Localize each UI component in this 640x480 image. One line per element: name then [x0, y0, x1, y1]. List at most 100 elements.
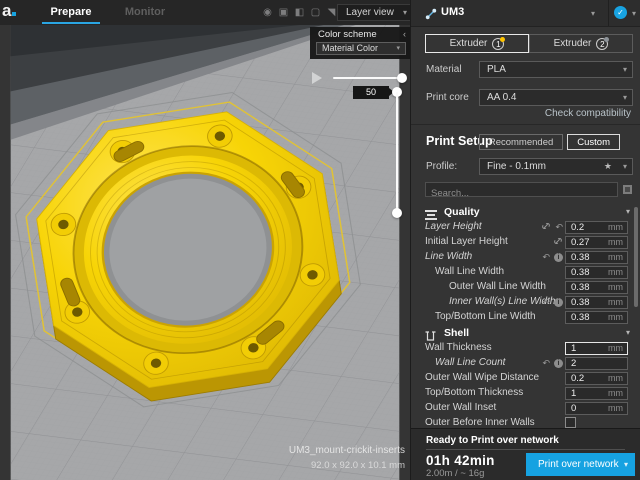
setting-value-box[interactable]: 0mm [565, 402, 628, 415]
setting-label: Top/Bottom Thickness [425, 387, 523, 398]
row-icons [527, 221, 563, 233]
check-compatibility-link[interactable]: Check compatibility [545, 108, 631, 119]
settings-scrollbar[interactable] [634, 207, 638, 307]
tab-prepare-label: Prepare [51, 6, 92, 18]
setting-row-inner-walls-line-width[interactable]: Inner Wall(s) Line Width i 0.38mm [411, 295, 640, 310]
tab-monitor-label: Monitor [125, 6, 165, 18]
top-bar: a Prepare Monitor ◉ ▣ ◧ ▢ ◥ Layer view [0, 0, 410, 25]
info-icon[interactable]: i [554, 298, 563, 307]
color-scheme-title: Color scheme [318, 29, 377, 40]
chevron-down-icon [396, 43, 400, 54]
setting-checkbox[interactable] [565, 417, 576, 428]
row-icons [527, 236, 563, 248]
setting-label: Outer Wall Line Width [449, 281, 546, 292]
link-icon[interactable] [553, 236, 563, 249]
settings-filter-icon[interactable] [623, 185, 632, 194]
undo-icon[interactable] [542, 357, 550, 369]
play-icon[interactable] [312, 72, 322, 84]
tab-extruder-2[interactable]: Extruder 2 [529, 34, 633, 53]
layer-slider-bottom-handle[interactable] [392, 208, 402, 218]
setting-value-box[interactable]: 0.38mm [565, 266, 628, 279]
search-input[interactable] [426, 187, 627, 200]
buildplate-scene [0, 25, 410, 480]
view-mode-value: Layer view [346, 7, 394, 18]
setting-row-outer-wall-inset[interactable]: Outer Wall Inset 0mm [411, 401, 640, 416]
chevron-down-icon [403, 5, 407, 20]
setting-label: Wall Line Count [435, 357, 505, 368]
cura-logo: a [2, 1, 16, 21]
connection-dropdown-chevron-icon[interactable] [632, 6, 640, 21]
undo-icon[interactable] [555, 221, 563, 233]
profile-dropdown[interactable]: Fine - 0.1mm [479, 158, 633, 175]
info-icon[interactable]: i [554, 253, 563, 262]
viewport-3d[interactable]: Color scheme Material Color 50 UM3_mount… [0, 25, 410, 480]
setting-label: Line Width [425, 251, 472, 262]
setting-value-box[interactable]: 1mm [565, 342, 628, 355]
tab-prepare[interactable]: Prepare [40, 0, 102, 25]
setting-row-outer-wall-wipe-distance[interactable]: Outer Wall Wipe Distance 0.2mm [411, 371, 640, 386]
undo-icon[interactable] [542, 251, 550, 263]
section-title: Shell [444, 327, 469, 339]
material-label: Material [426, 64, 462, 75]
chevron-down-icon [626, 204, 630, 220]
link-icon[interactable] [541, 221, 551, 234]
setting-row-layer-height[interactable]: Layer Height 0.2mm [411, 220, 640, 235]
view-mode-icon-2[interactable]: ▣ [278, 7, 289, 18]
setting-row-outer-before-inner-walls[interactable]: Outer Before Inner Walls [411, 416, 640, 428]
setting-row-top-bottom-thickness[interactable]: Top/Bottom Thickness 1mm [411, 386, 640, 401]
setting-value-box[interactable]: 0.2mm [565, 372, 628, 385]
connection-ok-icon[interactable] [614, 6, 627, 19]
simulation-slider-handle[interactable] [397, 73, 407, 83]
setting-value-box[interactable]: 1mm [565, 387, 628, 400]
star-icon[interactable] [604, 159, 612, 174]
color-scheme-dropdown[interactable]: Material Color [316, 42, 406, 55]
setting-row-top-bottom-line-width[interactable]: Top/Bottom Line Width 0.38mm [411, 310, 640, 325]
layer-slider[interactable] [396, 92, 398, 212]
section-quality[interactable]: Quality [411, 204, 640, 220]
view-mode-icon-4[interactable]: ▢ [310, 7, 321, 18]
setting-value-box[interactable]: 0.38mm [565, 311, 628, 324]
setting-row-wall-thickness[interactable]: Wall Thickness 1mm [411, 341, 640, 356]
tab-extruder-1[interactable]: Extruder 1 [425, 34, 529, 53]
setting-value-box[interactable]: 0.2mm [565, 221, 628, 234]
setting-row-wall-line-count[interactable]: Wall Line Count i 2 [411, 356, 640, 371]
tab-monitor[interactable]: Monitor [114, 0, 176, 25]
setting-label: Initial Layer Height [425, 236, 508, 247]
setting-label: Top/Bottom Line Width [435, 311, 536, 322]
setting-value-box[interactable]: 0.38mm [565, 296, 628, 309]
setting-label: Layer Height [425, 221, 482, 232]
material-usage-estimate: 2.00m / ~ 16g [426, 468, 484, 479]
setting-row-outer-wall-line-width[interactable]: Outer Wall Line Width 0.38mm [411, 280, 640, 295]
recommended-mode-button[interactable]: Recommended [479, 134, 563, 150]
simulation-slider[interactable] [333, 77, 403, 79]
setting-value-box[interactable]: 0.27mm [565, 236, 628, 249]
setting-label: Wall Thickness [425, 342, 492, 353]
row-icons: i [527, 357, 563, 369]
setting-value-box[interactable]: 0.38mm [565, 251, 628, 264]
setting-value-box[interactable]: 2 [565, 357, 628, 370]
machine-dropdown-chevron-icon[interactable] [591, 6, 603, 21]
setting-row-initial-layer-height[interactable]: Initial Layer Height 0.27mm [411, 235, 640, 250]
print-core-dropdown[interactable]: AA 0.4 [479, 89, 633, 106]
search-box [425, 182, 618, 197]
section-shell[interactable]: Shell [411, 325, 640, 341]
info-icon[interactable]: i [554, 359, 563, 368]
collapse-icon[interactable] [403, 29, 406, 39]
material-dropdown[interactable]: PLA [479, 61, 633, 78]
print-over-network-button[interactable]: Print over network [526, 453, 635, 476]
row-icons: i [527, 296, 563, 308]
view-mode-icon-1[interactable]: ◉ [262, 7, 273, 18]
setting-row-line-width[interactable]: Line Width i 0.38mm [411, 250, 640, 265]
setting-label: Outer Wall Inset [425, 402, 496, 413]
view-mode-icon-3[interactable]: ◧ [294, 7, 305, 18]
undo-icon[interactable] [542, 296, 550, 308]
setting-row-wall-line-width[interactable]: Wall Line Width 0.38mm [411, 265, 640, 280]
setting-value-box[interactable]: 0.38mm [565, 281, 628, 294]
chevron-down-icon [623, 159, 627, 174]
view-mode-icon-5[interactable]: ◥ [326, 7, 337, 18]
view-mode-dropdown[interactable]: Layer view [337, 4, 413, 21]
extruder-tabs: Extruder 1 Extruder 2 [425, 34, 633, 53]
model-name: UM3_mount-crickit-inserts [289, 445, 405, 456]
custom-mode-button[interactable]: Custom [567, 134, 620, 150]
print-time-estimate: 01h 42min [426, 453, 495, 468]
